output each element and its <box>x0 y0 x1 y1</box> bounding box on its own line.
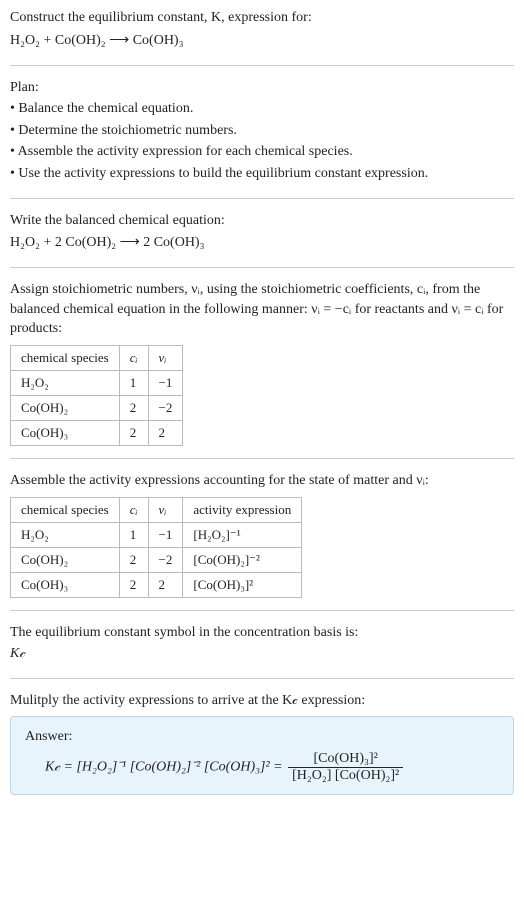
stoich-header-vi: νᵢ <box>148 345 183 370</box>
table-row: chemical species cᵢ νᵢ <box>11 345 183 370</box>
final-text: Mulitply the activity expressions to arr… <box>10 691 514 711</box>
symbol-text: The equilibrium constant symbol in the c… <box>10 623 514 643</box>
prompt-title: Construct the equilibrium constant, K, e… <box>10 8 514 28</box>
cell-ci: 2 <box>119 395 148 420</box>
cell-ci: 2 <box>119 547 148 572</box>
table-row: H₂O₂ 1 −1 [H₂O₂]⁻¹ <box>11 522 302 547</box>
table-row: chemical species cᵢ νᵢ activity expressi… <box>11 497 302 522</box>
activity-header-ci: cᵢ <box>119 497 148 522</box>
plan-bullet-4: • Use the activity expressions to build … <box>10 164 514 184</box>
stoich-header-ci: cᵢ <box>119 345 148 370</box>
cell-vi: 2 <box>148 572 183 597</box>
stoich-text: Assign stoichiometric numbers, νᵢ, using… <box>10 280 514 339</box>
kc-numerator: [Co(OH)₃]² <box>288 751 403 768</box>
balanced-title: Write the balanced chemical equation: <box>10 211 514 231</box>
symbol-kc: K𝒸 <box>10 644 514 664</box>
cell-vi: 2 <box>148 420 183 445</box>
activity-table: chemical species cᵢ νᵢ activity expressi… <box>10 497 302 598</box>
section-prompt: Construct the equilibrium constant, K, e… <box>10 8 514 66</box>
table-row: H₂O₂ 1 −1 <box>11 370 183 395</box>
cell-ci: 1 <box>119 370 148 395</box>
balanced-equation: H₂O₂ + 2 Co(OH)₂ ⟶ 2 Co(OH)₃ <box>10 234 514 251</box>
plan-bullet-3: • Assemble the activity expression for e… <box>10 142 514 162</box>
cell-species: Co(OH)₃ <box>11 572 120 597</box>
answer-box: Answer: K𝒸 = [H₂O₂]⁻¹ [Co(OH)₂]⁻² [Co(OH… <box>10 716 514 795</box>
cell-expr: [H₂O₂]⁻¹ <box>183 522 302 547</box>
prompt-equation: H₂O₂ + Co(OH)₂ ⟶ Co(OH)₃ <box>10 32 514 49</box>
table-row: Co(OH)₃ 2 2 <box>11 420 183 445</box>
cell-ci: 2 <box>119 420 148 445</box>
table-row: Co(OH)₃ 2 2 [Co(OH)₃]² <box>11 572 302 597</box>
cell-expr: [Co(OH)₃]² <box>183 572 302 597</box>
activity-header-vi: νᵢ <box>148 497 183 522</box>
section-stoich: Assign stoichiometric numbers, νᵢ, using… <box>10 280 514 459</box>
answer-label: Answer: <box>25 727 499 747</box>
section-final: Mulitply the activity expressions to arr… <box>10 691 514 807</box>
kc-denominator: [H₂O₂] [Co(OH)₂]² <box>288 768 403 784</box>
table-row: Co(OH)₂ 2 −2 [Co(OH)₂]⁻² <box>11 547 302 572</box>
cell-vi: −2 <box>148 395 183 420</box>
stoich-header-species: chemical species <box>11 345 120 370</box>
cell-ci: 1 <box>119 522 148 547</box>
table-row: Co(OH)₂ 2 −2 <box>11 395 183 420</box>
section-balanced: Write the balanced chemical equation: H₂… <box>10 211 514 269</box>
plan-title: Plan: <box>10 78 514 98</box>
cell-species: Co(OH)₂ <box>11 395 120 420</box>
cell-species: H₂O₂ <box>11 522 120 547</box>
cell-species: H₂O₂ <box>11 370 120 395</box>
cell-species: Co(OH)₃ <box>11 420 120 445</box>
plan-bullet-2: • Determine the stoichiometric numbers. <box>10 121 514 141</box>
section-plan: Plan: • Balance the chemical equation. •… <box>10 78 514 199</box>
section-activity: Assemble the activity expressions accoun… <box>10 471 514 611</box>
section-symbol: The equilibrium constant symbol in the c… <box>10 623 514 679</box>
plan-bullet-1: • Balance the chemical equation. <box>10 99 514 119</box>
cell-vi: −1 <box>148 522 183 547</box>
kc-lhs: K𝒸 = [H₂O₂]⁻¹ [Co(OH)₂]⁻² [Co(OH)₃]² = <box>45 760 286 775</box>
answer-equation: K𝒸 = [H₂O₂]⁻¹ [Co(OH)₂]⁻² [Co(OH)₃]² = [… <box>25 751 499 784</box>
activity-header-species: chemical species <box>11 497 120 522</box>
cell-vi: −2 <box>148 547 183 572</box>
cell-vi: −1 <box>148 370 183 395</box>
activity-header-expr: activity expression <box>183 497 302 522</box>
cell-ci: 2 <box>119 572 148 597</box>
cell-species: Co(OH)₂ <box>11 547 120 572</box>
stoich-table: chemical species cᵢ νᵢ H₂O₂ 1 −1 Co(OH)₂… <box>10 345 183 446</box>
activity-text: Assemble the activity expressions accoun… <box>10 471 514 491</box>
kc-fraction: [Co(OH)₃]²[H₂O₂] [Co(OH)₂]² <box>288 751 403 784</box>
cell-expr: [Co(OH)₂]⁻² <box>183 547 302 572</box>
